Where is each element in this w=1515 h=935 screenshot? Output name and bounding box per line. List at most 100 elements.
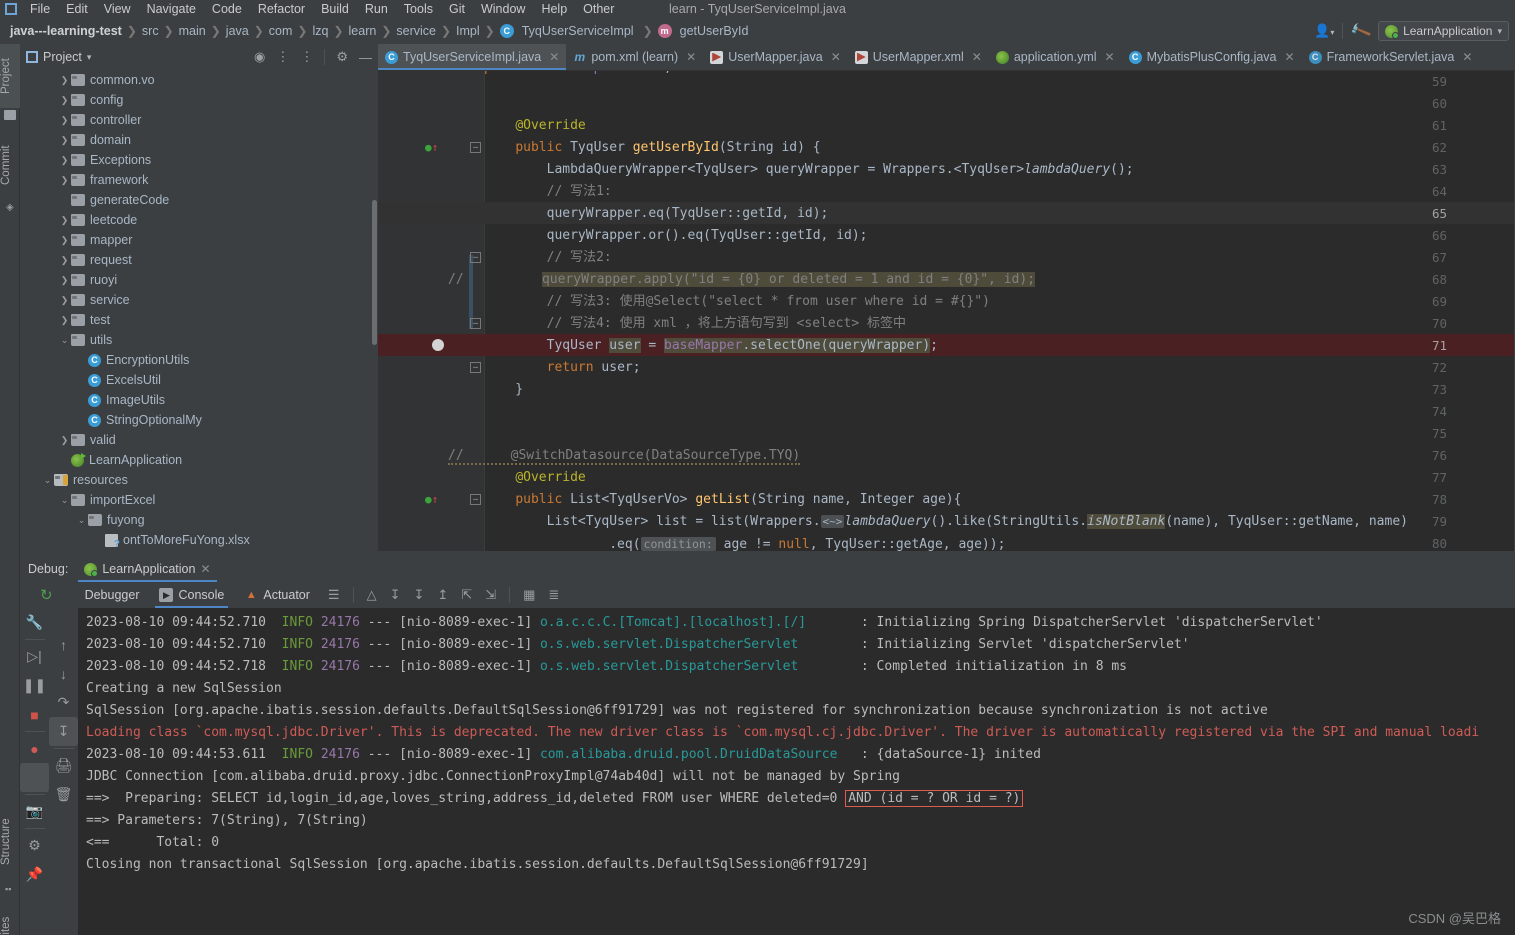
- menu-item-view[interactable]: View: [96, 0, 139, 18]
- override-marker-icon[interactable]: ●↑: [425, 137, 437, 159]
- tree-node[interactable]: ❯ test: [20, 310, 378, 330]
- tree-node[interactable]: ❯ service: [20, 290, 378, 310]
- tree-node[interactable]: LearnApplication: [20, 450, 378, 470]
- menu-item-build[interactable]: Build: [313, 0, 357, 18]
- step-out-icon[interactable]: △: [367, 587, 377, 603]
- chevron-right-icon[interactable]: ❯: [58, 215, 71, 226]
- tree-node[interactable]: ❯ leetcode: [20, 210, 378, 230]
- close-icon[interactable]: ✕: [1105, 50, 1115, 64]
- override-marker-icon[interactable]: ●↑: [425, 489, 437, 511]
- run-to-cursor-icon[interactable]: ⇲: [485, 587, 496, 603]
- tree-node[interactable]: ontToMore.xlsx: [20, 550, 378, 551]
- step-out-frame-icon[interactable]: ⇱: [461, 587, 472, 603]
- tree-node[interactable]: ❯ Exceptions: [20, 150, 378, 170]
- breadcrumb-item-impl[interactable]: Impl: [452, 24, 484, 38]
- chevron-right-icon[interactable]: ❯: [58, 115, 71, 126]
- tree-node[interactable]: ontToMoreFuYong.xlsx: [20, 530, 378, 550]
- tab-actuator[interactable]: ▲ Actuator: [234, 582, 320, 608]
- tree-node[interactable]: ❯ config: [20, 90, 378, 110]
- chevron-right-icon[interactable]: ❯: [58, 295, 71, 306]
- chevron-down-icon[interactable]: ⌄: [75, 515, 88, 526]
- menu-item-run[interactable]: Run: [357, 0, 396, 18]
- chevron-right-icon[interactable]: ❯: [58, 315, 71, 326]
- breadcrumb-item-class[interactable]: C TyqUserServiceImpl: [496, 24, 642, 38]
- chevron-right-icon[interactable]: ❯: [58, 235, 71, 246]
- editor-gutter[interactable]: [378, 71, 466, 551]
- scroll-up-icon[interactable]: ↑: [49, 630, 78, 659]
- debug-session-tab[interactable]: LearnApplication ✕: [78, 556, 216, 582]
- project-tree[interactable]: ❯ common.vo ❯ config ❯ controller ❯ domain ❯ Exce…: [20, 70, 378, 551]
- breadcrumb-item-project[interactable]: java---learning-test: [6, 24, 126, 38]
- run-configuration-selector[interactable]: LearnApplication ▾: [1378, 21, 1509, 41]
- tree-node[interactable]: C EncryptionUtils: [20, 350, 378, 370]
- camera-snapshot-icon[interactable]: 📷: [20, 797, 49, 826]
- tree-node[interactable]: ❯ valid: [20, 430, 378, 450]
- menu-item-git[interactable]: Git: [441, 0, 473, 18]
- close-icon[interactable]: ✕: [972, 50, 982, 64]
- sidebar-tab-project[interactable]: Project: [0, 44, 20, 108]
- menu-item-help[interactable]: Help: [533, 0, 575, 18]
- tree-node[interactable]: ❯ controller: [20, 110, 378, 130]
- settings-wrench-icon[interactable]: 🔧: [20, 608, 49, 637]
- view-breakpoints-icon[interactable]: ●: [20, 734, 49, 763]
- rerun-button[interactable]: ↻: [20, 582, 75, 608]
- console-output[interactable]: 2023-08-10 09:44:52.710 INFO 24176 --- […: [78, 608, 1515, 935]
- user-account-icon[interactable]: 👤▾: [1314, 23, 1334, 39]
- breadcrumb-item-java[interactable]: java: [222, 24, 253, 38]
- soft-wrap-lines-icon[interactable]: ↷: [49, 688, 78, 717]
- gear-icon[interactable]: ⚙: [20, 831, 49, 860]
- menu-item-file[interactable]: File: [22, 0, 58, 18]
- menu-item-code[interactable]: Code: [204, 0, 250, 18]
- tree-node[interactable]: ❯ mapper: [20, 230, 378, 250]
- breadcrumb-item-main[interactable]: main: [175, 24, 210, 38]
- close-icon[interactable]: ✕: [1285, 50, 1295, 64]
- sidebar-tab-structure[interactable]: Structure: [0, 804, 20, 880]
- collapse-all-icon[interactable]: ⋮: [300, 49, 313, 65]
- tree-node[interactable]: ❯ domain: [20, 130, 378, 150]
- editor-tab[interactable]: C FrameworkServlet.java ✕: [1302, 44, 1480, 70]
- menu-item-navigate[interactable]: Navigate: [139, 0, 204, 18]
- code-content[interactable]: @Override public TyqUser getUserById(Str…: [484, 71, 1515, 551]
- chevron-down-icon[interactable]: ⌄: [58, 335, 71, 346]
- chevron-right-icon[interactable]: ❯: [58, 435, 71, 446]
- fold-marker-icon[interactable]: ─: [470, 318, 481, 329]
- evaluate-expression-icon[interactable]: ▦: [523, 587, 535, 603]
- stop-program-icon[interactable]: ■: [20, 700, 49, 729]
- tree-node[interactable]: C ImageUtils: [20, 390, 378, 410]
- tree-node[interactable]: ❯ common.vo: [20, 70, 378, 90]
- chevron-right-icon[interactable]: ❯: [58, 275, 71, 286]
- tab-debugger[interactable]: Debugger: [75, 582, 150, 608]
- hide-panel-icon[interactable]: —: [359, 50, 372, 65]
- tree-node[interactable]: ❯ ruoyi: [20, 270, 378, 290]
- scroll-down-icon[interactable]: ↓: [49, 659, 78, 688]
- chevron-right-icon[interactable]: ❯: [58, 95, 71, 106]
- chevron-right-icon[interactable]: ❯: [58, 175, 71, 186]
- fold-marker-icon[interactable]: ─: [470, 142, 481, 153]
- mute-breakpoints-icon[interactable]: ⑏: [20, 763, 49, 792]
- tree-node[interactable]: ⌄ importExcel: [20, 490, 378, 510]
- settings-icon[interactable]: ≣: [548, 587, 559, 603]
- menu-item-tools[interactable]: Tools: [396, 0, 441, 18]
- close-icon[interactable]: ✕: [549, 50, 559, 64]
- print-icon[interactable]: 🖨: [49, 751, 78, 780]
- editor-tab[interactable]: C TyqUserServiceImpl.java ✕: [378, 44, 566, 70]
- chevron-right-icon[interactable]: ❯: [58, 255, 71, 266]
- chevron-down-icon[interactable]: ⌄: [58, 495, 71, 506]
- editor-tab[interactable]: m pom.xml (learn) ✕: [566, 44, 703, 70]
- pin-icon[interactable]: 📌: [20, 860, 49, 889]
- step-over-icon[interactable]: ↧: [390, 587, 401, 603]
- fold-marker-icon[interactable]: ─: [470, 362, 481, 373]
- tree-node[interactable]: generateCode: [20, 190, 378, 210]
- tree-node[interactable]: ⌄ fuyong: [20, 510, 378, 530]
- scroll-to-end-icon[interactable]: ↧: [49, 717, 78, 746]
- tree-node[interactable]: C ExcelsUtil: [20, 370, 378, 390]
- gear-icon[interactable]: ⚙: [336, 49, 348, 65]
- breakpoint-icon[interactable]: [432, 339, 444, 351]
- breadcrumb-item-method[interactable]: m getUserById: [654, 24, 757, 38]
- breadcrumb-item-learn[interactable]: learn: [345, 24, 381, 38]
- tree-node[interactable]: ⌄ resources: [20, 470, 378, 490]
- clear-all-icon[interactable]: 🗑: [49, 780, 78, 809]
- build-hammer-icon[interactable]: 🔨: [1348, 19, 1373, 43]
- resume-program-icon[interactable]: ▷|: [20, 642, 49, 671]
- menu-item-other[interactable]: Other: [575, 0, 622, 18]
